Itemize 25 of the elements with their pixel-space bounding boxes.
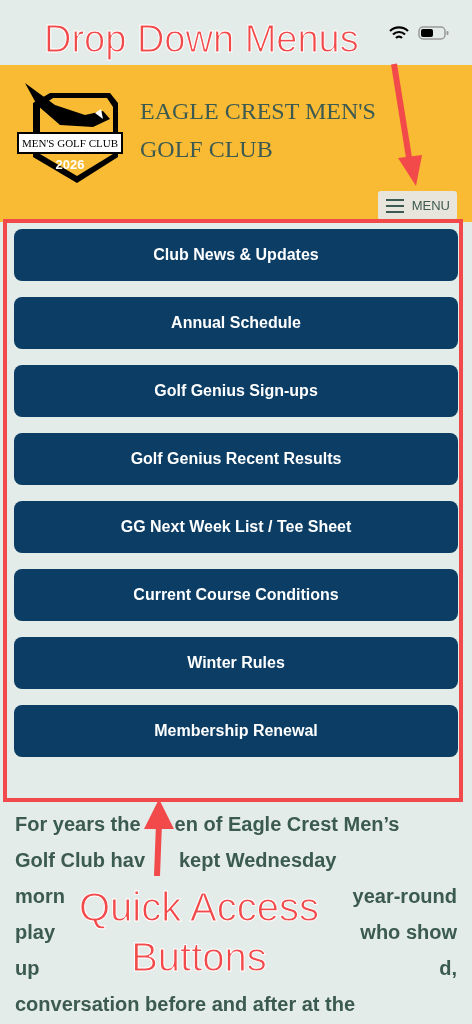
intro-text: morn — [15, 884, 65, 909]
annotation-label: Drop Down Menus — [44, 17, 359, 61]
intro-text: d, — [439, 956, 457, 981]
intro-text: kept Wednesday — [179, 848, 337, 873]
intro-text: up — [15, 956, 40, 981]
quick-access-button[interactable]: Club News & Updates — [14, 229, 458, 281]
quick-access-button[interactable]: Current Course Conditions — [14, 569, 458, 621]
wifi-icon — [388, 24, 410, 41]
intro-text: conversation before and after at the — [15, 992, 356, 1017]
site-title: EAGLE CREST MEN'S GOLF CLUB — [140, 97, 377, 164]
quick-access-button[interactable]: GG Next Week List / Tee Sheet — [14, 501, 458, 553]
intro-text: Golf Club hav — [15, 848, 145, 873]
quick-access-button[interactable]: Membership Renewal — [14, 705, 458, 757]
quick-access-button[interactable]: Winter Rules — [14, 637, 458, 689]
intro-text: who show — [360, 920, 457, 945]
battery-icon — [418, 24, 450, 41]
intro-text: year-round — [352, 884, 457, 909]
menu-button[interactable]: MENU — [377, 191, 457, 220]
intro-text: play — [15, 920, 56, 945]
intro-text: For years the — [15, 812, 141, 837]
quick-access-button[interactable]: Annual Schedule — [14, 297, 458, 349]
menu-icon — [384, 197, 405, 214]
quick-access-button[interactable]: Golf Genius Recent Results — [14, 433, 458, 485]
intro-text: en of Eagle Crest Men’s — [174, 812, 400, 837]
quick-access-button[interactable]: Golf Genius Sign-ups — [14, 365, 458, 417]
